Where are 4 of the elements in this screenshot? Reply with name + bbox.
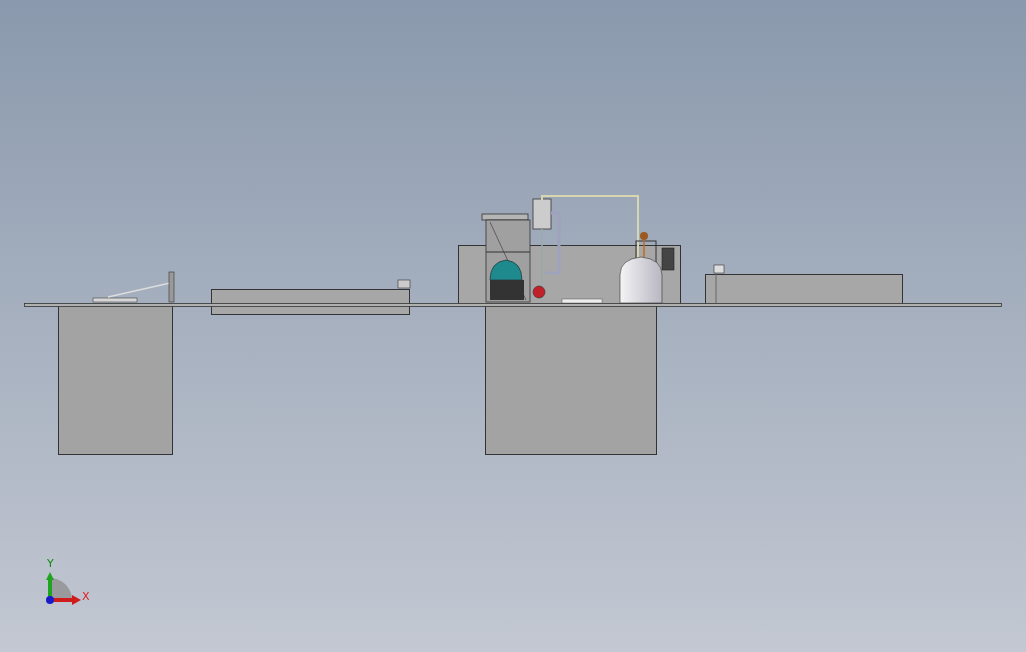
x-axis-label: X [82,590,90,603]
axis-triad-icon [46,572,81,605]
sensor-drawing [713,264,725,304]
y-axis-label: Y [47,557,54,570]
